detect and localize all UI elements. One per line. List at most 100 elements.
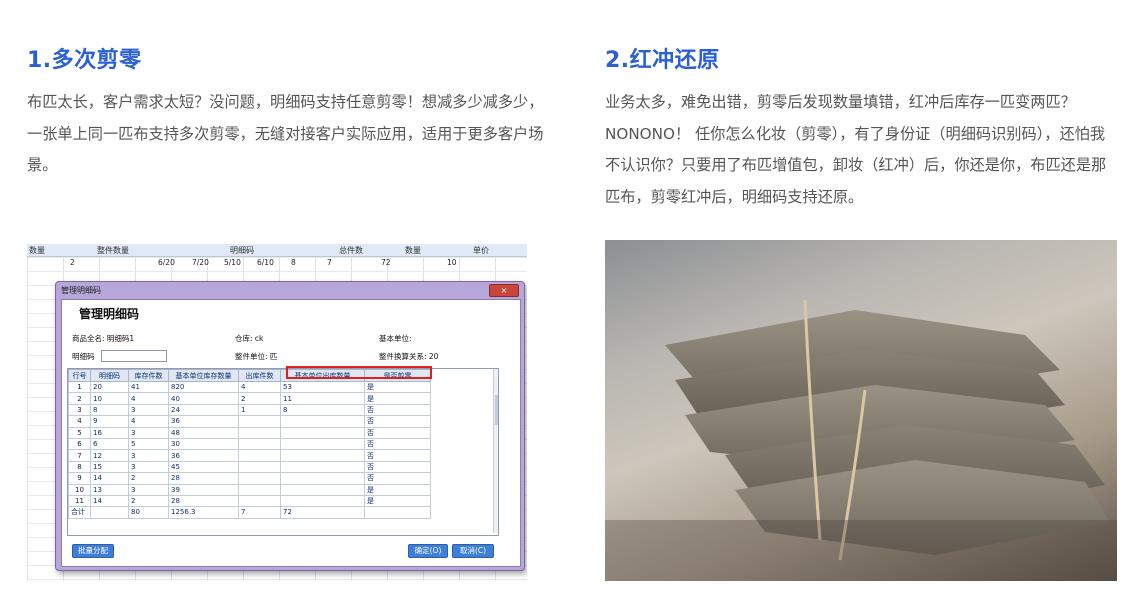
table-cell[interactable] (238, 426, 281, 439)
batch-assign-button[interactable]: 批量分配 (72, 544, 114, 558)
column-header[interactable]: 明细码 (90, 369, 129, 382)
table-row[interactable]: 8 15 3 45 否 (68, 460, 431, 474)
table-cell[interactable]: 11 (68, 494, 91, 508)
table-cell[interactable] (280, 472, 365, 485)
table-cell[interactable] (280, 437, 365, 451)
table-cell[interactable]: 4 (128, 415, 169, 428)
table-cell[interactable]: 41 (128, 380, 169, 394)
table-cell[interactable]: 是 (364, 483, 431, 496)
table-cell[interactable]: 14 (90, 494, 129, 508)
table-row[interactable]: 1 20 41 820 4 53 是 (68, 380, 431, 394)
table-cell[interactable]: 820 (168, 380, 239, 394)
table-cell[interactable]: 40 (168, 392, 239, 405)
table-cell[interactable]: 3 (128, 403, 169, 417)
table-cell[interactable]: 1 (238, 403, 281, 417)
table-cell[interactable]: 3 (128, 426, 169, 439)
table-cell[interactable]: 8 (280, 403, 365, 417)
code-input[interactable] (101, 350, 167, 362)
column-header[interactable]: 基本单位库存数量 (168, 369, 239, 382)
table-cell[interactable]: 10 (68, 483, 91, 496)
table-cell[interactable]: 5 (128, 437, 169, 451)
table-cell[interactable]: 8 (90, 403, 129, 417)
scrollbar-thumb[interactable] (495, 395, 498, 425)
table-row[interactable]: 11 14 2 28 是 (68, 494, 431, 508)
table-cell[interactable]: 3 (128, 460, 169, 474)
table-cell[interactable]: 否 (364, 437, 431, 451)
table-cell[interactable]: 1 (68, 380, 91, 394)
table-cell[interactable]: 2 (238, 392, 281, 405)
table-cell[interactable]: 4 (128, 392, 169, 405)
table-cell[interactable] (280, 449, 365, 462)
table-cell[interactable] (238, 449, 281, 462)
table-cell[interactable]: 12 (90, 449, 129, 462)
table-cell[interactable]: 8 (68, 460, 91, 474)
table-cell[interactable]: 15 (90, 460, 129, 474)
table-cell[interactable]: 否 (364, 449, 431, 462)
table-cell[interactable]: 否 (364, 403, 431, 417)
table-cell[interactable]: 14 (90, 472, 129, 485)
table-cell[interactable] (280, 426, 365, 439)
table-cell[interactable]: 5 (68, 426, 91, 439)
table-cell[interactable]: 2 (128, 494, 169, 508)
table-cell[interactable]: 3 (128, 483, 169, 496)
table-cell[interactable]: 11 (280, 392, 365, 405)
column-header[interactable]: 出库件数 (238, 369, 281, 382)
column-header[interactable]: 库存件数 (128, 369, 169, 382)
table-cell[interactable]: 20 (90, 380, 129, 394)
table-row[interactable]: 2 10 4 40 2 11 是 (68, 392, 431, 405)
table-row[interactable]: 3 8 3 24 1 8 否 (68, 403, 431, 417)
table-cell[interactable]: 24 (168, 403, 239, 417)
table-cell[interactable] (238, 494, 281, 508)
table-cell[interactable]: 16 (90, 426, 129, 439)
table-cell[interactable] (238, 437, 281, 451)
table-cell[interactable] (280, 460, 365, 474)
table-cell[interactable]: 否 (364, 426, 431, 439)
table-row[interactable]: 5 16 3 48 否 (68, 426, 431, 439)
table-cell[interactable]: 45 (168, 460, 239, 474)
table-row[interactable]: 7 12 3 36 否 (68, 449, 431, 462)
ok-button[interactable]: 确定(O) (408, 544, 448, 558)
table-cell[interactable]: 9 (68, 472, 91, 485)
table-cell[interactable]: 36 (168, 415, 239, 428)
table-cell[interactable]: 3 (68, 403, 91, 417)
table-cell[interactable]: 53 (280, 380, 365, 394)
table-cell[interactable] (238, 483, 281, 496)
table-cell[interactable]: 3 (128, 449, 169, 462)
table-cell[interactable]: 是 (364, 380, 431, 394)
table-cell[interactable] (280, 483, 365, 496)
table-row[interactable]: 6 6 5 30 否 (68, 437, 431, 451)
table-cell[interactable]: 28 (168, 472, 239, 485)
table-cell[interactable] (238, 415, 281, 428)
table-row[interactable]: 4 9 4 36 否 (68, 415, 431, 428)
table-cell[interactable] (238, 460, 281, 474)
codes-table[interactable]: 行号 明细码 库存件数 基本单位库存数量 出库件数 基本单位出库数量 是否剪零 … (67, 368, 499, 536)
table-cell[interactable]: 2 (128, 472, 169, 485)
table-cell[interactable]: 9 (90, 415, 129, 428)
table-scrollbar[interactable] (493, 369, 498, 533)
table-cell[interactable]: 6 (90, 437, 129, 451)
table-cell[interactable]: 13 (90, 483, 129, 496)
table-cell[interactable]: 28 (168, 494, 239, 508)
table-cell[interactable]: 是 (364, 494, 431, 508)
table-cell[interactable]: 7 (68, 449, 91, 462)
table-cell[interactable]: 6 (68, 437, 91, 451)
table-cell[interactable]: 否 (364, 415, 431, 428)
table-cell[interactable]: 10 (90, 392, 129, 405)
cancel-button[interactable]: 取消(C) (452, 544, 494, 558)
table-cell[interactable]: 4 (238, 380, 281, 394)
table-cell[interactable]: 是 (364, 392, 431, 405)
table-cell[interactable]: 39 (168, 483, 239, 496)
table-cell[interactable] (238, 472, 281, 485)
table-cell[interactable]: 否 (364, 460, 431, 474)
table-cell[interactable]: 48 (168, 426, 239, 439)
table-row[interactable]: 9 14 2 28 否 (68, 472, 431, 485)
table-cell[interactable]: 36 (168, 449, 239, 462)
table-cell[interactable]: 30 (168, 437, 239, 451)
close-button[interactable]: × (489, 284, 519, 297)
column-header[interactable]: 行号 (68, 369, 91, 382)
table-cell[interactable]: 2 (68, 392, 91, 405)
table-cell[interactable]: 4 (68, 415, 91, 428)
table-cell[interactable] (280, 494, 365, 508)
table-cell[interactable] (280, 415, 365, 428)
table-row[interactable]: 10 13 3 39 是 (68, 483, 431, 496)
